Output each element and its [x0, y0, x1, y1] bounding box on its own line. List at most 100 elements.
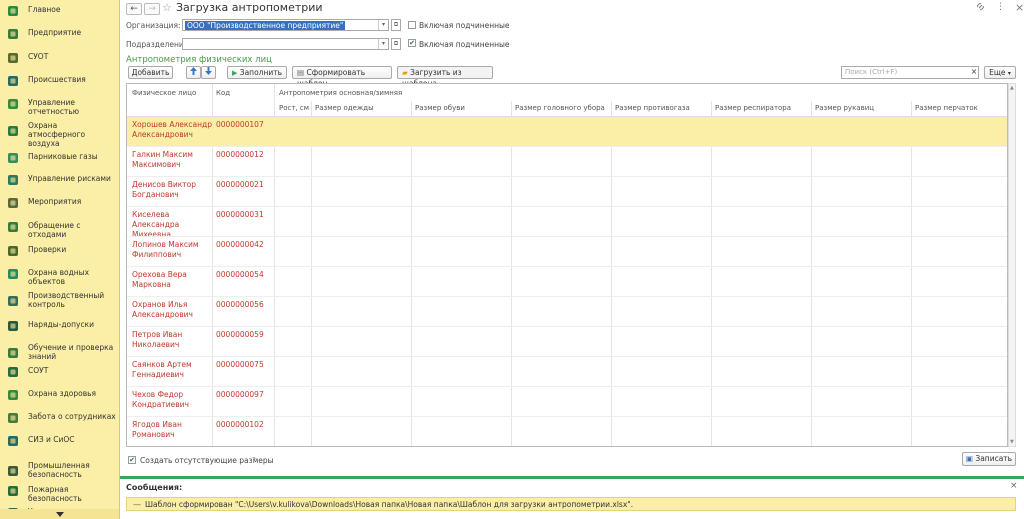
- load-template-button[interactable]: ▰ Загрузить из шаблона: [397, 66, 493, 88]
- table-row[interactable]: Лопинов Максим Филиппович 0000000042: [127, 237, 1007, 267]
- section-title: Антропометрия физических лиц: [126, 55, 272, 65]
- table-row[interactable]: Ягодов Иван Романович 0000000102: [127, 417, 1007, 446]
- sidebar-item[interactable]: СУОТ: [0, 50, 119, 66]
- create-missing-checkbox[interactable]: ✔: [128, 456, 136, 464]
- chevron-down-icon[interactable]: ▾: [378, 39, 388, 49]
- messages-close-icon[interactable]: ×: [1010, 481, 1018, 491]
- close-icon[interactable]: ×: [1015, 1, 1024, 14]
- open-icon[interactable]: ⧉: [391, 19, 401, 31]
- person-name-cell[interactable]: Орехова Вера Марковна: [132, 270, 212, 290]
- sidebar-item[interactable]: Управление рисками: [0, 172, 119, 188]
- table-row[interactable]: Денисов Виктор Богданович 0000000021: [127, 177, 1007, 207]
- help-icon[interactable]: ?: [252, 456, 256, 465]
- code-cell[interactable]: 0000000059: [216, 330, 264, 339]
- column-header-code[interactable]: Код: [216, 89, 230, 97]
- open-icon[interactable]: ⧉: [391, 38, 401, 50]
- code-cell[interactable]: 0000000097: [216, 390, 264, 399]
- add-button[interactable]: Добавить: [128, 66, 173, 79]
- code-cell[interactable]: 0000000021: [216, 180, 264, 189]
- code-cell[interactable]: 0000000031: [216, 210, 264, 219]
- column-header-size[interactable]: Рост, см: [279, 104, 309, 112]
- sidebar-item[interactable]: Проверки: [0, 243, 119, 259]
- fire-extinguisher-icon: [6, 484, 20, 498]
- clear-search-icon[interactable]: ×: [969, 66, 979, 79]
- sidebar-item[interactable]: Наряды-допуски: [0, 318, 119, 334]
- message-item[interactable]: — Шаблон сформирован "C:\Users\v.kulikov…: [126, 497, 1016, 511]
- scroll-down-icon[interactable]: ▼: [1010, 439, 1014, 445]
- column-header-size[interactable]: Размер головного убора: [515, 104, 605, 112]
- search-input[interactable]: Поиск (Ctrl+F): [841, 66, 979, 79]
- table-row[interactable]: Саянков Артем Геннадиевич 0000000075: [127, 357, 1007, 387]
- sidebar-item-label: Обращение с отходами: [28, 221, 81, 239]
- code-cell[interactable]: 0000000107: [216, 120, 264, 129]
- subdivision-field[interactable]: ▾: [182, 38, 389, 50]
- link-icon[interactable]: [976, 2, 985, 14]
- move-down-button[interactable]: [201, 66, 216, 79]
- sidebar-item[interactable]: Предприятие: [0, 26, 119, 42]
- more-button[interactable]: Еще ▾: [984, 66, 1016, 79]
- person-name-cell[interactable]: Охранов Илья Александрович: [132, 300, 212, 320]
- reports-icon: [6, 97, 20, 111]
- code-cell[interactable]: 0000000012: [216, 150, 264, 159]
- fill-button[interactable]: ▶ Заполнить ▾: [227, 66, 287, 89]
- sidebar-scroll-down[interactable]: [0, 509, 119, 519]
- move-up-button[interactable]: [186, 66, 201, 79]
- sidebar-item[interactable]: Происшествия: [0, 73, 119, 89]
- column-header-size[interactable]: Размер противогаза: [615, 104, 690, 112]
- sidebar-item[interactable]: Управление отчетностью: [0, 96, 119, 116]
- table-row[interactable]: Хорошев Александр Александрович 000000010…: [127, 117, 1007, 147]
- more-actions-icon[interactable]: ⋮: [996, 2, 1005, 12]
- forward-button[interactable]: →: [144, 3, 160, 15]
- code-cell[interactable]: 0000000075: [216, 360, 264, 369]
- column-header-person[interactable]: Физическое лицо: [132, 89, 196, 97]
- table-row[interactable]: Охранов Илья Александрович 0000000056: [127, 297, 1007, 327]
- table-row[interactable]: Чехов Федор Кондратиевич 0000000097: [127, 387, 1007, 417]
- person-name-cell[interactable]: Галкин Максим Максимович: [132, 150, 212, 170]
- sidebar-item[interactable]: Забота о сотрудниках: [0, 410, 119, 426]
- table-row[interactable]: Орехова Вера Марковна 0000000054: [127, 267, 1007, 297]
- include-subordinate-checkbox-1[interactable]: [408, 21, 416, 29]
- save-button[interactable]: ▣ Записать: [962, 452, 1016, 466]
- person-name-cell[interactable]: Саянков Артем Геннадиевич: [132, 360, 212, 380]
- include-subordinate-checkbox-2[interactable]: ✔: [408, 39, 416, 47]
- code-cell[interactable]: 0000000042: [216, 240, 264, 249]
- organization-field[interactable]: ООО "Производственное предприятие" ▾: [182, 19, 389, 31]
- person-name-cell[interactable]: Лопинов Максим Филиппович: [132, 240, 212, 260]
- person-name-cell[interactable]: Денисов Виктор Богданович: [132, 180, 212, 200]
- form-template-button[interactable]: ▤ Сформировать шаблон: [292, 66, 392, 88]
- sidebar-item[interactable]: Мероприятия: [0, 195, 119, 211]
- column-header-size[interactable]: Размер респиратора: [715, 104, 791, 112]
- scroll-up-icon[interactable]: ▲: [1010, 85, 1014, 91]
- table-row[interactable]: Галкин Максим Максимович 0000000012: [127, 147, 1007, 177]
- chevron-down-icon[interactable]: ▾: [378, 20, 388, 30]
- person-name-cell[interactable]: Хорошев Александр Александрович: [132, 120, 212, 140]
- favorite-star-icon[interactable]: ☆: [162, 1, 172, 14]
- code-cell[interactable]: 0000000102: [216, 420, 264, 429]
- sidebar-item[interactable]: Парниковые газы: [0, 150, 119, 166]
- sidebar-item[interactable]: СИЗ и СиОС: [0, 433, 119, 449]
- sidebar-item[interactable]: Главное: [0, 3, 119, 19]
- code-cell[interactable]: 0000000054: [216, 270, 264, 279]
- column-header-size[interactable]: Размер рукавиц: [815, 104, 874, 112]
- sidebar-item[interactable]: Охрана здоровья: [0, 387, 119, 403]
- table-row[interactable]: Петров Иван Николаевич 0000000059: [127, 327, 1007, 357]
- sidebar-item[interactable]: Охрана атмосферного воздуха: [0, 119, 119, 148]
- sidebar-item[interactable]: СОУТ: [0, 364, 119, 380]
- person-name-cell[interactable]: Чехов Федор Кондратиевич: [132, 390, 212, 410]
- sidebar-item[interactable]: Промышленная безопасность: [0, 459, 119, 483]
- table-row[interactable]: Киселева Александра Михеевна 0000000031: [127, 207, 1007, 239]
- table-scrollbar[interactable]: ▲ ▼: [1008, 83, 1016, 447]
- column-header-size[interactable]: Размер одежды: [315, 104, 374, 112]
- back-button[interactable]: ←: [126, 3, 142, 15]
- person-name-cell[interactable]: Петров Иван Николаевич: [132, 330, 212, 350]
- sidebar-item[interactable]: Обучение и проверка знаний: [0, 341, 119, 365]
- sidebar-item[interactable]: Обращение с отходами: [0, 219, 119, 239]
- sidebar-item[interactable]: Охрана водных объектов: [0, 266, 119, 286]
- column-header-size[interactable]: Размер обуви: [415, 104, 465, 112]
- code-cell[interactable]: 0000000056: [216, 300, 264, 309]
- person-name-cell[interactable]: Ягодов Иван Романович: [132, 420, 212, 440]
- column-header-size[interactable]: Размер перчаток: [915, 104, 978, 112]
- sidebar-item[interactable]: Пожарная безопасность: [0, 483, 119, 503]
- warning-icon: [6, 74, 20, 88]
- sidebar-item[interactable]: Производственный контроль: [0, 289, 119, 313]
